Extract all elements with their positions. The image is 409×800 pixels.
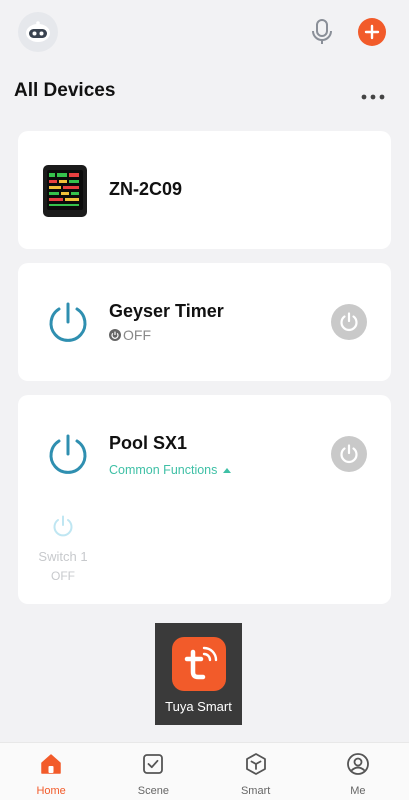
switch-1-label: Switch 1 bbox=[38, 549, 88, 564]
microphone-icon[interactable] bbox=[308, 17, 336, 47]
more-dots-icon[interactable] bbox=[360, 88, 386, 100]
robot-avatar-icon[interactable] bbox=[18, 12, 58, 52]
bottom-tab-bar: Home Scene Smart Me bbox=[0, 742, 409, 800]
power-off-status-icon bbox=[109, 329, 121, 341]
device-card-geyser-timer[interactable]: Geyser Timer OFF bbox=[18, 263, 391, 381]
tab-scene[interactable]: Scene bbox=[102, 743, 204, 800]
device-name: Pool SX1 bbox=[109, 433, 188, 453]
device-name: Geyser Timer bbox=[109, 301, 224, 321]
power-toggle-button[interactable] bbox=[331, 436, 367, 472]
tuya-smart-overlay: Tuya Smart bbox=[155, 623, 242, 725]
page-title: All Devices bbox=[14, 80, 116, 101]
tab-smart[interactable]: Smart bbox=[205, 743, 307, 800]
switch-1-state: OFF bbox=[51, 569, 75, 583]
tab-label: Smart bbox=[240, 785, 271, 797]
tab-label: Home bbox=[36, 785, 66, 797]
device-card-pool-sx1[interactable]: Pool SX1 Common Functions Switch 1 OFF bbox=[18, 395, 391, 604]
caret-up-icon bbox=[223, 467, 232, 473]
tab-label: Me bbox=[350, 785, 366, 797]
power-toggle-button[interactable] bbox=[331, 304, 367, 340]
device-card-zn-2c09[interactable]: ZN-2C09 bbox=[18, 131, 391, 249]
power-ring-icon bbox=[46, 432, 90, 476]
switch-1-power-icon[interactable] bbox=[51, 514, 75, 538]
plus-icon bbox=[364, 24, 380, 40]
tab-me[interactable]: Me bbox=[307, 743, 409, 800]
status-text: OFF bbox=[123, 327, 151, 343]
power-icon bbox=[340, 444, 358, 464]
tab-home[interactable]: Home bbox=[0, 743, 102, 800]
device-status: OFF bbox=[109, 327, 151, 343]
common-functions-toggle[interactable]: Common Functions bbox=[109, 463, 232, 477]
top-bar bbox=[0, 0, 409, 70]
scene-checkbox-icon bbox=[143, 754, 164, 774]
power-icon bbox=[340, 312, 358, 332]
add-device-button[interactable] bbox=[358, 18, 386, 46]
tuya-smart-label: Tuya Smart bbox=[165, 699, 232, 714]
home-icon bbox=[41, 754, 61, 774]
profile-icon bbox=[346, 753, 369, 775]
tuya-logo bbox=[172, 637, 226, 691]
power-ring-icon bbox=[46, 300, 90, 344]
smart-hexagon-icon bbox=[245, 753, 266, 775]
air-quality-monitor-image bbox=[43, 163, 87, 219]
tab-label: Scene bbox=[137, 785, 169, 797]
common-functions-label: Common Functions bbox=[109, 463, 218, 477]
device-name: ZN-2C09 bbox=[109, 179, 183, 199]
